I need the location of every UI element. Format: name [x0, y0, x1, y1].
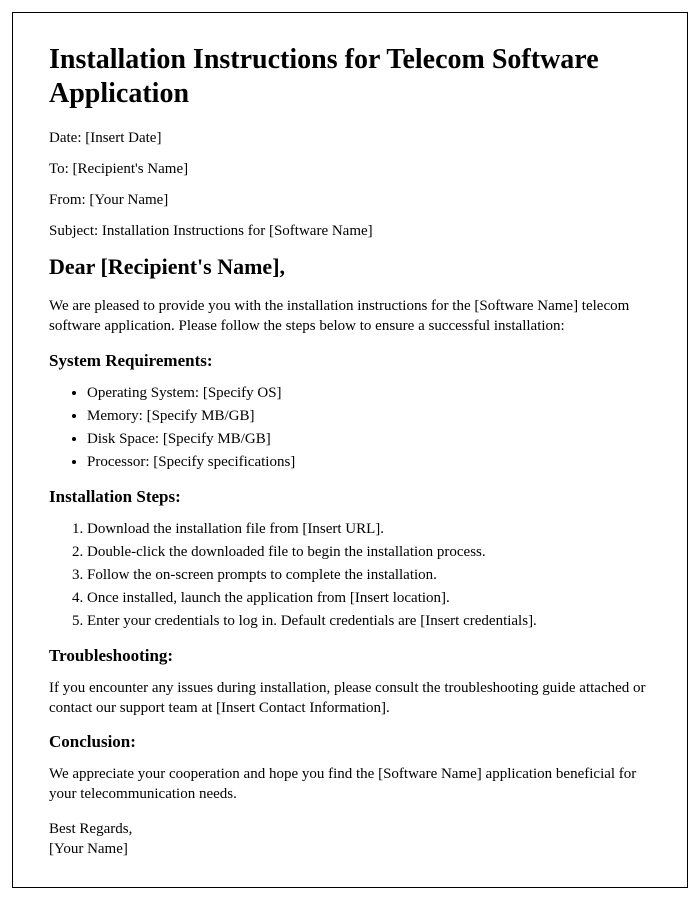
signoff-block: Best Regards, [Your Name]: [49, 819, 651, 860]
troubleshooting-text: If you encounter any issues during insta…: [49, 678, 651, 719]
list-item: Follow the on-screen prompts to complete…: [87, 565, 651, 586]
intro-paragraph: We are pleased to provide you with the i…: [49, 296, 651, 337]
list-item: Processor: [Specify specifications]: [87, 452, 651, 473]
document-title: Installation Instructions for Telecom So…: [49, 43, 651, 110]
list-item: Operating System: [Specify OS]: [87, 383, 651, 404]
list-item: Download the installation file from [Ins…: [87, 519, 651, 540]
document-page: Installation Instructions for Telecom So…: [12, 12, 688, 888]
meta-to: To: [Recipient's Name]: [49, 161, 651, 178]
list-item: Memory: [Specify MB/GB]: [87, 406, 651, 427]
meta-from: From: [Your Name]: [49, 192, 651, 209]
steps-heading: Installation Steps:: [49, 487, 651, 507]
list-item: Enter your credentials to log in. Defaul…: [87, 611, 651, 632]
list-item: Once installed, launch the application f…: [87, 588, 651, 609]
sysreq-heading: System Requirements:: [49, 351, 651, 371]
signoff-name: [Your Name]: [49, 839, 651, 859]
conclusion-heading: Conclusion:: [49, 732, 651, 752]
salutation: Dear [Recipient's Name],: [49, 254, 651, 280]
list-item: Double-click the downloaded file to begi…: [87, 542, 651, 563]
signoff-regards: Best Regards,: [49, 819, 651, 839]
sysreq-list: Operating System: [Specify OS] Memory: […: [87, 383, 651, 473]
troubleshooting-heading: Troubleshooting:: [49, 646, 651, 666]
meta-subject: Subject: Installation Instructions for […: [49, 223, 651, 240]
conclusion-text: We appreciate your cooperation and hope …: [49, 764, 651, 805]
steps-list: Download the installation file from [Ins…: [87, 519, 651, 632]
meta-date: Date: [Insert Date]: [49, 130, 651, 147]
list-item: Disk Space: [Specify MB/GB]: [87, 429, 651, 450]
